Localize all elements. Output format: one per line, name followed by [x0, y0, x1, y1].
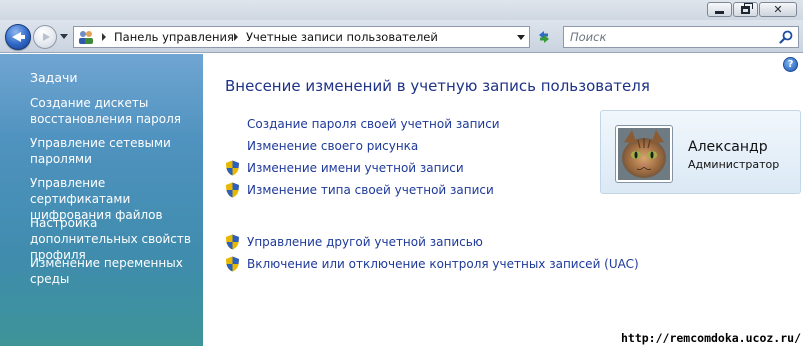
refresh-button[interactable]	[533, 27, 555, 47]
breadcrumb-separator[interactable]	[234, 33, 238, 41]
task-manage-network-passwords[interactable]: Управление сетевыми паролями	[30, 135, 198, 167]
help-icon[interactable]: ?	[783, 57, 798, 72]
close-button[interactable]: ✕	[759, 2, 797, 17]
breadcrumb-separator[interactable]	[102, 33, 106, 41]
uac-shield-icon	[226, 182, 239, 198]
link-manage-another-account[interactable]: Управление другой учетной записью	[247, 235, 483, 249]
navigation-bar: Панель управления Учетные записи пользов…	[0, 20, 803, 53]
uac-shield-icon	[226, 160, 239, 176]
page-title: Внесение изменений в учетную запись поль…	[225, 77, 650, 95]
back-button[interactable]	[5, 24, 31, 50]
task-create-password-reset-disk[interactable]: Создание дискеты восстановления пароля	[30, 95, 198, 127]
breadcrumb-user-accounts[interactable]: Учетные записи пользователей	[246, 30, 438, 44]
main-content: ? Внесение изменений в учетную запись по…	[203, 54, 803, 346]
window-controls: ✕	[707, 2, 797, 17]
task-change-environment-variables[interactable]: Изменение переменных среды	[30, 255, 198, 287]
user-accounts-icon	[79, 31, 93, 44]
user-role: Администратор	[688, 158, 780, 171]
address-bar[interactable]: Панель управления Учетные записи пользов…	[73, 26, 530, 48]
watermark: http://remcomdoka.ucoz.ru/	[620, 331, 801, 345]
recent-pages-dropdown[interactable]	[60, 34, 68, 39]
task-pane-title: Задачи	[30, 70, 78, 85]
minimize-button[interactable]	[707, 2, 732, 17]
search-input[interactable]	[570, 29, 770, 45]
search-icon[interactable]	[779, 30, 793, 44]
link-change-account-name[interactable]: Изменение имени учетной записи	[247, 161, 464, 175]
breadcrumb-control-panel[interactable]: Панель управления	[114, 30, 234, 44]
uac-shield-icon	[226, 234, 239, 250]
user-name: Александр	[688, 139, 768, 155]
minimize-icon	[715, 10, 724, 14]
maximize-button[interactable]	[733, 2, 758, 17]
refresh-icon	[539, 31, 549, 43]
search-box[interactable]	[563, 26, 799, 48]
link-toggle-uac[interactable]: Включение или отключение контроля учетны…	[247, 257, 639, 271]
link-change-picture[interactable]: Изменение своего рисунка	[247, 139, 418, 153]
avatar	[615, 125, 673, 183]
cat-avatar-icon	[618, 128, 670, 180]
close-icon: ✕	[773, 3, 783, 16]
link-create-password[interactable]: Создание пароля своей учетной записи	[247, 117, 500, 131]
uac-shield-icon	[226, 256, 239, 272]
forward-button[interactable]	[33, 25, 57, 49]
link-change-account-type[interactable]: Изменение типа своей учетной записи	[247, 183, 494, 197]
address-dropdown-button[interactable]	[517, 35, 525, 40]
task-pane: Задачи Создание дискеты восстановления п…	[0, 54, 203, 346]
maximize-icon	[741, 2, 753, 14]
title-bar: ✕	[0, 0, 803, 20]
user-tile: Александр Администратор	[600, 110, 801, 194]
